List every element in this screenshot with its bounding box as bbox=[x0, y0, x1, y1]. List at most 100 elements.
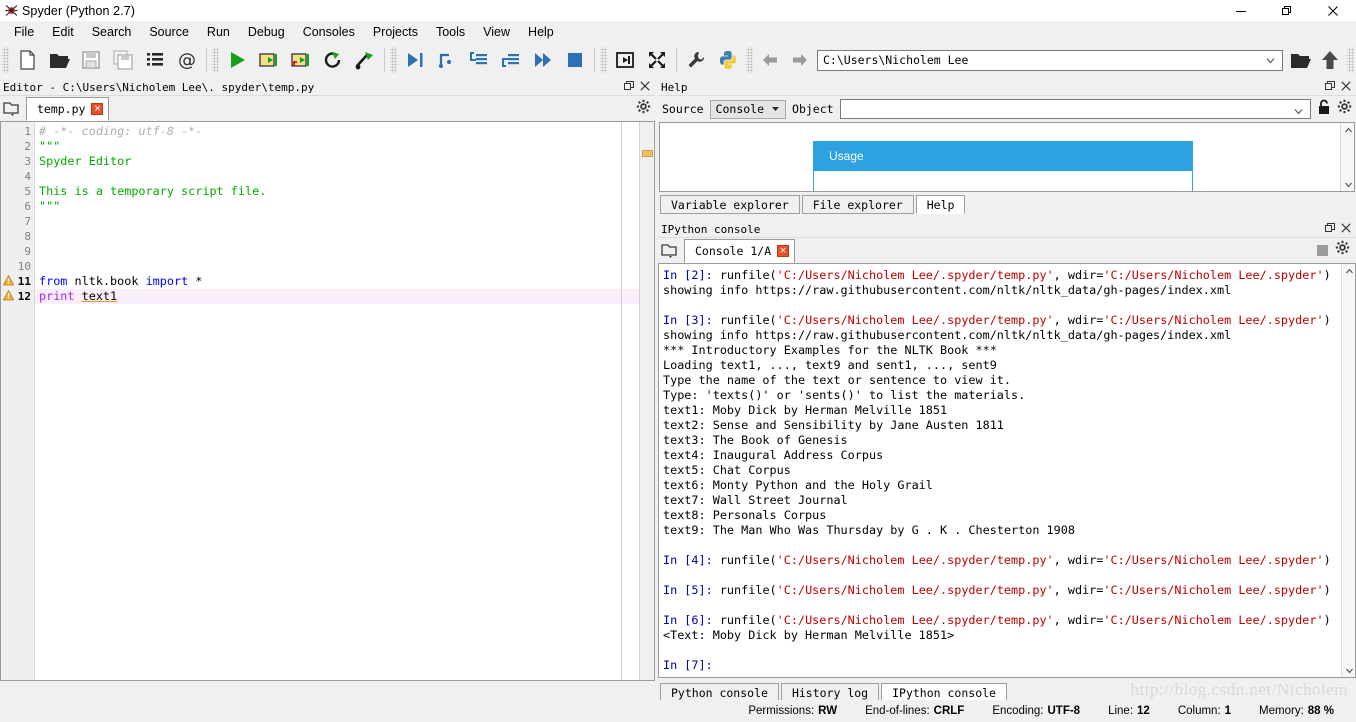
run-icon[interactable] bbox=[221, 45, 253, 75]
toolbar-grip-4[interactable] bbox=[600, 47, 607, 73]
editor-vertical-scrollbar[interactable] bbox=[639, 122, 654, 694]
code-line-6: """ bbox=[35, 199, 654, 214]
help-scroll-up-icon[interactable] bbox=[1341, 123, 1354, 137]
toolbar-grip-6[interactable] bbox=[1347, 47, 1354, 73]
debug-icon[interactable] bbox=[399, 45, 431, 75]
warning-triangle-icon[interactable] bbox=[2, 274, 15, 289]
statusbar: Permissions: RW End-of-lines: CRLF Encod… bbox=[0, 700, 1356, 722]
stop-debug-icon[interactable] bbox=[559, 45, 591, 75]
console-token: ) bbox=[1323, 268, 1331, 282]
minimize-button[interactable] bbox=[1218, 0, 1264, 21]
chevron-down-icon[interactable] bbox=[1265, 55, 1276, 69]
step-return-icon[interactable] bbox=[495, 45, 527, 75]
toolbar-grip-5[interactable] bbox=[746, 47, 753, 73]
forward-arrow-icon[interactable] bbox=[785, 45, 815, 75]
menu-file[interactable]: File bbox=[5, 23, 43, 41]
help-undock-icon[interactable] bbox=[1325, 80, 1335, 94]
console-scroll-down-icon[interactable] bbox=[1342, 663, 1355, 677]
console-output-line: text4: Inaugural Address Corpus bbox=[663, 448, 1355, 463]
menu-projects[interactable]: Projects bbox=[364, 23, 427, 41]
open-file-icon[interactable] bbox=[43, 45, 75, 75]
help-lock-icon[interactable] bbox=[1317, 99, 1331, 120]
editor-warning-scroll-marker[interactable] bbox=[642, 150, 653, 157]
browse-directory-icon[interactable] bbox=[1285, 45, 1315, 75]
menu-edit[interactable]: Edit bbox=[43, 23, 83, 41]
console-close-icon[interactable] bbox=[1341, 222, 1351, 236]
console-panel-titlebar: IPython console bbox=[658, 221, 1356, 238]
console-undock-icon[interactable] bbox=[1325, 222, 1335, 236]
console-tab-close-icon[interactable]: × bbox=[777, 245, 790, 257]
code-token: print bbox=[39, 289, 75, 303]
run-cell-advance-icon[interactable] bbox=[285, 45, 317, 75]
console-output-area[interactable]: In [2]: runfile('C:/Users/Nicholem Lee/.… bbox=[658, 264, 1356, 678]
menu-help[interactable]: Help bbox=[519, 23, 563, 41]
rerun-icon[interactable] bbox=[317, 45, 349, 75]
help-pane-tabstrip: Variable explorer File explorer Help bbox=[658, 192, 1356, 214]
line-number: 10 bbox=[17, 260, 31, 273]
close-button[interactable] bbox=[1310, 0, 1356, 21]
help-vertical-scrollbar[interactable] bbox=[1340, 123, 1354, 191]
code-editor-area[interactable]: 1 2 3 4 5 6 7 8 9 10 11 12 # -*- coding: utf-8 -*- "… bbox=[0, 122, 655, 695]
console-token: runfile( bbox=[719, 313, 777, 327]
preferences-icon[interactable] bbox=[680, 45, 712, 75]
editor-margin-line bbox=[621, 122, 622, 694]
help-content-area[interactable]: Usage bbox=[659, 122, 1355, 192]
help-scroll-down-icon[interactable] bbox=[1341, 177, 1354, 191]
at-sign-icon[interactable]: @ bbox=[171, 45, 203, 75]
console-token: ) bbox=[1323, 583, 1331, 597]
editor-tab-close-icon[interactable]: × bbox=[91, 103, 104, 115]
console-vertical-scrollbar[interactable] bbox=[1341, 264, 1355, 677]
warning-triangle-icon[interactable] bbox=[2, 289, 15, 304]
help-close-icon[interactable] bbox=[1341, 80, 1351, 94]
console-tab-console-1a[interactable]: Console 1/A × bbox=[684, 239, 796, 263]
menu-debug[interactable]: Debug bbox=[239, 23, 294, 41]
menu-view[interactable]: View bbox=[474, 23, 519, 41]
console-token bbox=[663, 298, 670, 312]
browse-tabs-icon[interactable] bbox=[0, 97, 24, 121]
run-cell-icon[interactable] bbox=[253, 45, 285, 75]
chevron-down-icon[interactable] bbox=[1293, 104, 1304, 122]
editor-options-gear-icon[interactable] bbox=[636, 99, 651, 119]
menu-tools[interactable]: Tools bbox=[427, 23, 474, 41]
editor-close-icon[interactable] bbox=[640, 80, 650, 94]
step-over-icon[interactable] bbox=[431, 45, 463, 75]
code-text-body[interactable]: # -*- coding: utf-8 -*- """ Spyder Editor T… bbox=[35, 122, 654, 694]
menu-source[interactable]: Source bbox=[140, 23, 198, 41]
restore-button[interactable] bbox=[1264, 0, 1310, 21]
spyder-logo-icon bbox=[0, 4, 22, 17]
help-options-gear-icon[interactable] bbox=[1337, 99, 1352, 119]
help-object-input[interactable] bbox=[839, 99, 1311, 122]
python-path-manager-icon[interactable] bbox=[712, 45, 744, 75]
menu-run[interactable]: Run bbox=[198, 23, 239, 41]
toolbar-grip-3[interactable] bbox=[390, 47, 397, 73]
maximize-pane-icon[interactable] bbox=[609, 45, 641, 75]
console-scroll-up-icon[interactable] bbox=[1342, 264, 1355, 278]
help-source-select[interactable]: Console bbox=[709, 99, 787, 119]
tab-help[interactable]: Help bbox=[915, 195, 966, 214]
step-into-icon[interactable] bbox=[463, 45, 495, 75]
save-file-icon[interactable] bbox=[75, 45, 107, 75]
save-all-icon[interactable] bbox=[107, 45, 139, 75]
toolbar-grip-2[interactable] bbox=[212, 47, 219, 73]
run-selection-icon[interactable] bbox=[349, 45, 381, 75]
tab-file-explorer[interactable]: File explorer bbox=[801, 195, 914, 214]
list-icon[interactable] bbox=[139, 45, 171, 75]
editor-undock-icon[interactable] bbox=[624, 80, 634, 94]
console-token: , wdir= bbox=[1053, 583, 1104, 597]
working-directory-value: C:\Users\Nicholem Lee bbox=[823, 53, 969, 67]
console-browse-tabs-icon[interactable] bbox=[658, 239, 682, 263]
menu-search[interactable]: Search bbox=[83, 23, 141, 41]
toolbar-grip[interactable] bbox=[2, 47, 9, 73]
fullscreen-icon[interactable] bbox=[641, 45, 673, 75]
console-options-gear-icon[interactable] bbox=[1335, 240, 1350, 260]
help-object-field[interactable] bbox=[840, 100, 1310, 118]
new-file-icon[interactable] bbox=[11, 45, 43, 75]
console-stop-icon[interactable] bbox=[1317, 244, 1328, 256]
editor-tab-temp-py[interactable]: temp.py × bbox=[26, 97, 110, 121]
back-arrow-icon[interactable] bbox=[755, 45, 785, 75]
parent-directory-icon[interactable] bbox=[1315, 45, 1345, 75]
menu-consoles[interactable]: Consoles bbox=[294, 23, 364, 41]
working-directory-combobox[interactable]: C:\Users\Nicholem Lee bbox=[817, 49, 1283, 71]
tab-variable-explorer[interactable]: Variable explorer bbox=[660, 195, 800, 214]
continue-icon[interactable] bbox=[527, 45, 559, 75]
